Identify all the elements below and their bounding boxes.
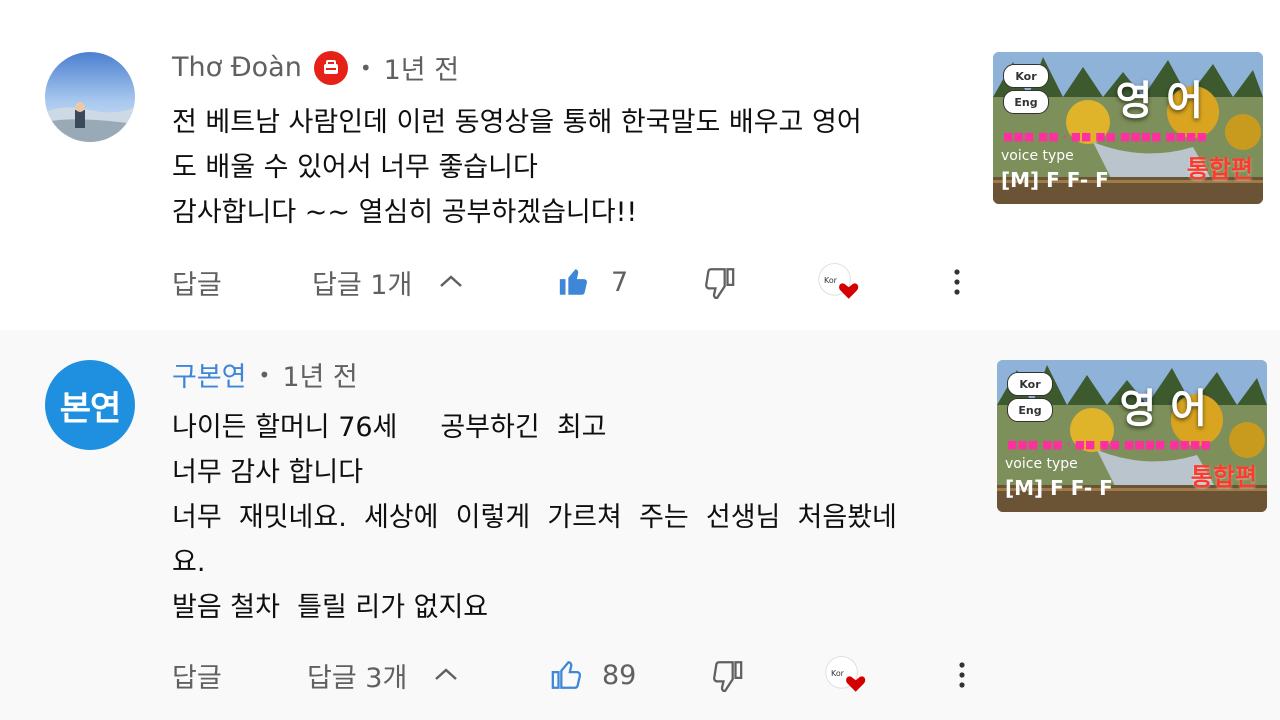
video-thumbnail[interactable]: Kor Eng ■■■ ■■ · ■■ ■■ ■■■■ ■■■■ 영 어 voi… <box>997 360 1267 512</box>
more-vert-icon <box>954 269 960 295</box>
thumbnail-voice-type: [M] F F- F <box>1005 476 1113 500</box>
comment-header: 구본연 • 1년 전 <box>172 355 358 394</box>
thumbnail-title: 영 어 <box>1115 78 1203 124</box>
reply-button[interactable]: 답글 <box>172 655 222 695</box>
video-thumbnail[interactable]: Kor Eng ■■■ ■■ · ■■ ■■ ■■■■ ■■■■ 영 어 voi… <box>993 52 1263 204</box>
dislike-button[interactable] <box>710 655 744 695</box>
comment-line: 나이든 할머니 76세 공부하긴 최고 <box>172 412 607 443</box>
view-replies-button[interactable]: 답글 1개 <box>312 262 464 302</box>
comment-header: Thơ Đoàn • 1년 전 <box>172 48 459 87</box>
comment-actions: 답글 답글 3개 89 Kor <box>172 655 1172 695</box>
avatar[interactable]: 본연 <box>45 360 135 450</box>
author-name[interactable]: Thơ Đoàn <box>172 52 302 83</box>
comment-line: 너무 재밋네요. 세상에 이렇게 가르쳐 주는 선생님 처음봤네 <box>172 502 897 533</box>
reply-button[interactable]: 답글 <box>172 262 222 302</box>
comment-time[interactable]: 1년 전 <box>282 355 357 394</box>
avatar-initials: 본연 <box>59 388 122 429</box>
separator-dot: • <box>258 362 271 387</box>
chevron-up-icon <box>440 275 463 287</box>
creator-heart-icon: Kor <box>818 263 859 299</box>
like-count: 7 <box>611 266 629 298</box>
comment-line: 발음 철차 틀릴 리가 없지요 <box>172 592 489 623</box>
comment-line: 감사합니다 ~~ 열심히 공부하겠습니다!! <box>172 197 638 228</box>
thumbnail-caption: ■■■ ■■ · ■■ ■■ ■■■■ ■■■■ <box>1003 130 1207 143</box>
view-replies-button[interactable]: 답글 3개 <box>307 655 459 695</box>
creator-heart-icon: Kor <box>825 656 866 692</box>
more-vert-icon <box>959 662 965 688</box>
svg-text:Kor: Kor <box>824 276 838 285</box>
like-count: 89 <box>602 659 637 691</box>
comment-actions: 답글 답글 1개 7 Kor <box>172 262 1172 302</box>
thumbnail-voice: voice type <box>1001 148 1074 164</box>
svg-text:Kor: Kor <box>831 669 845 678</box>
thumbnail-title: 영 어 <box>1119 386 1207 432</box>
creator-heart: Kor <box>824 655 868 695</box>
language-tag: Eng <box>1003 90 1049 114</box>
comment-line: 전 베트남 사람인데 이런 동영상을 통해 한국말도 배우고 영어 <box>172 107 862 138</box>
thumbnail-voice: voice type <box>1005 456 1078 472</box>
author-name[interactable]: 구본연 <box>172 355 247 394</box>
language-tag: Kor <box>1003 64 1049 88</box>
comment-line: 요. <box>172 547 206 578</box>
thumbnail-caption: ■■■ ■■ · ■■ ■■ ■■■■ ■■■■ <box>1007 438 1211 451</box>
comment-thread: Thơ Đoàn • 1년 전 전 베트남 사람인데 이런 동영상을 통해 한국… <box>0 0 1280 330</box>
replies-count: 답글 3개 <box>307 662 408 694</box>
thumbs-down-icon <box>713 661 743 692</box>
member-badge-icon <box>313 50 348 85</box>
chevron-up-icon <box>435 668 458 680</box>
separator-dot: • <box>359 55 372 80</box>
avatar-photo <box>45 52 135 142</box>
comment-text: 전 베트남 사람인데 이런 동영상을 통해 한국말도 배우고 영어도 배울 수 … <box>172 100 862 235</box>
more-actions-button[interactable] <box>947 262 967 302</box>
creator-heart: Kor <box>817 262 861 302</box>
thumbnail-subtitle: 통합편 <box>1190 463 1257 491</box>
comment-time[interactable]: 1년 전 <box>384 48 459 87</box>
comment-line: 도 배울 수 있어서 너무 좋습니다 <box>172 152 538 183</box>
like-button[interactable]: 7 <box>557 262 628 302</box>
thumbs-up-icon <box>559 269 587 295</box>
dislike-button[interactable] <box>702 262 736 302</box>
thumbs-down-icon <box>705 268 735 299</box>
language-tag: Kor <box>1007 372 1053 396</box>
comment-text: 나이든 할머니 76세 공부하긴 최고너무 감사 합니다너무 재밋네요. 세상에… <box>172 405 897 630</box>
thumbnail-subtitle: 통합편 <box>1186 155 1253 183</box>
like-button[interactable]: 89 <box>550 655 636 695</box>
comment-thread: 본연 구본연 • 1년 전 나이든 할머니 76세 공부하긴 최고너무 감사 합… <box>0 330 1280 720</box>
replies-count: 답글 1개 <box>312 269 413 301</box>
comment-line: 너무 감사 합니다 <box>172 457 364 488</box>
more-actions-button[interactable] <box>952 655 972 695</box>
avatar[interactable] <box>45 52 135 142</box>
language-tag: Eng <box>1007 398 1053 422</box>
thumbnail-voice-type: [M] F F- F <box>1001 168 1109 192</box>
thumbs-up-icon <box>551 661 582 689</box>
